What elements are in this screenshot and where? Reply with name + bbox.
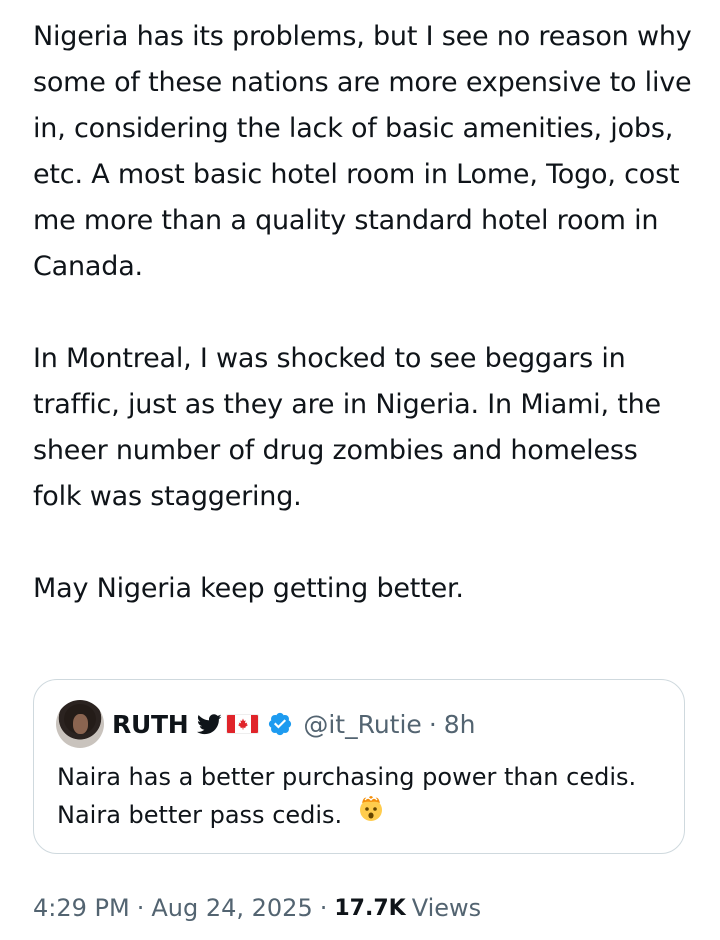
separator-dot: · [319, 894, 328, 922]
separator-dot: · [428, 709, 437, 739]
quoted-tweet-body: Naira has a better purchasing power than… [57, 763, 637, 829]
views-count[interactable]: 17.7K [334, 896, 405, 921]
tweet-date[interactable]: Aug 24, 2025 [151, 894, 312, 922]
twitter-bird-icon [197, 713, 222, 735]
verified-icon [267, 711, 293, 737]
avatar[interactable] [56, 700, 104, 748]
quoted-tweet-card[interactable]: RUTH @it_Rutie · 8h Naira has a better p… [33, 679, 685, 854]
quoted-tweet-text: Naira has a better purchasing power than… [57, 758, 657, 834]
tweet-time[interactable]: 4:29 PM [33, 894, 130, 922]
exploding-head-emoji-icon [356, 793, 386, 834]
quoted-author-name[interactable]: RUTH [112, 710, 189, 739]
separator-dot: · [136, 894, 145, 922]
tweet-paragraph-3: May Nigeria keep getting better. [33, 573, 464, 604]
quoted-tweet-age[interactable]: 8h [444, 710, 476, 739]
quoted-author-handle[interactable]: @it_Rutie [303, 710, 421, 739]
views-label[interactable]: Views [412, 894, 481, 922]
tweet-paragraph-1: Nigeria has its problems, but I see no r… [33, 21, 692, 282]
canada-flag-icon [226, 714, 260, 734]
tweet-paragraph-2: In Montreal, I was shocked to see beggar… [33, 343, 661, 512]
quoted-tweet-header: RUTH @it_Rutie · 8h [56, 700, 476, 748]
tweet-meta-row: 4:29 PM · Aug 24, 2025 · 17.7K Views [33, 887, 481, 929]
tweet-text: Nigeria has its problems, but I see no r… [33, 14, 693, 612]
